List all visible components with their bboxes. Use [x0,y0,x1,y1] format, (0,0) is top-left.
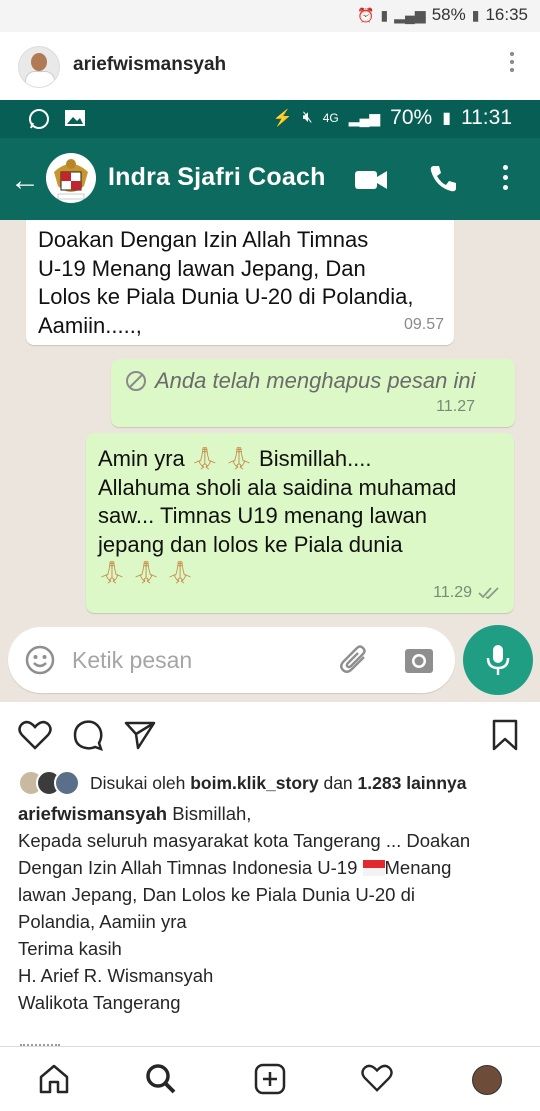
post-actions [0,703,540,767]
wa-network: 4G [322,111,339,125]
message-time-wrap: 11.29 [433,579,500,608]
message-outgoing[interactable]: Amin yra 🙏︎ 🙏︎ Bismillah.... Allahuma sh… [86,433,514,613]
wa-battery: 70% [390,106,433,129]
message-text-line: U-19 Menang lawan Jepang, Dan [38,255,366,281]
chat-more-options-icon[interactable] [503,165,508,195]
caption-line: Polandia, Aamiin yra [18,911,187,932]
post-caption: ariefwismansyah Bismillah, Kepada seluru… [18,800,528,1016]
battery-saver-icon: ⚡ [272,110,293,127]
caption-username[interactable]: ariefwismansyah [18,803,167,824]
message-time: 11.27 [436,397,475,415]
wa-signal-icon: ▂▄▆ [348,109,381,126]
home-icon[interactable] [38,1063,70,1095]
caption-line: Kepada seluruh masyarakat kota Tangerang… [18,830,471,851]
double-check-icon [478,587,499,599]
garuda-emblem-avatar[interactable] [46,150,96,206]
message-text-line: saw... Timnas U19 menang lawan [98,503,427,528]
message-text-line: Lolos ke Piala Dunia U-20 di Polandia, [38,284,414,309]
emoji-icon[interactable] [24,644,56,676]
chat-area: Doakan Dengan Izin Allah Timnas U-19 Men… [0,220,540,702]
post-author-username[interactable]: ariefwismansyah [73,54,226,76]
device-battery: 58% [431,5,466,24]
praying-hands-icon: 🙏︎ [224,446,253,471]
device-time: 16:35 [485,5,528,24]
likes-summary[interactable]: Disukai oleh boim.klik_story dan 1.283 l… [18,768,538,798]
caption-text: Menang [384,857,452,878]
message-time: 09.57 [403,315,444,333]
message-text-line: Doakan Dengan Izin Allah Timnas [38,227,369,252]
caption-line: Terima kasih [18,938,122,959]
post-author-avatar[interactable] [18,46,60,88]
comment-icon[interactable] [72,719,104,751]
message-incoming[interactable]: Doakan Dengan Izin Allah Timnas U-19 Men… [26,220,454,345]
message-time: 11.29 [433,583,472,601]
voice-record-button[interactable] [463,625,533,695]
message-text-line: Aamiin....., [38,312,142,338]
indonesia-flag-icon [362,860,385,876]
likes-middle: dan [323,772,353,793]
message-input-box[interactable]: Ketik pesan [8,627,455,693]
message-deleted[interactable]: Anda telah menghapus pesan ini 11.27 [111,359,515,427]
back-arrow-icon[interactable]: ← [10,164,40,198]
notification-icon: ▮ [380,6,389,23]
chat-header: ← Indra Sjafri Coach [0,138,540,220]
battery-icon: ▮ [471,6,480,23]
deleted-message-text: Anda telah menghapus pesan ini [155,368,476,393]
post-more-options-icon[interactable] [510,52,516,76]
whatsapp-icon [29,109,49,129]
bottom-navigation [0,1046,540,1111]
liker-avatar [54,770,80,796]
device-status-bar: ⏰ ▮ ▂▄▆ 58% ▮ 16:35 [0,0,540,32]
post-header: ariefwismansyah [0,32,540,101]
praying-hands-icon: 🙏︎ [166,560,195,585]
liker-username[interactable]: boim.klik_story [190,773,318,793]
likes-prefix: Disukai oleh [90,772,186,793]
wa-battery-icon: ▮ [442,110,451,127]
signal-icon: ▂▄▆ [394,6,426,23]
search-icon[interactable] [145,1063,177,1095]
message-text-line: Allahuma sholi ala saidina muhamad [98,474,457,500]
message-input-placeholder[interactable]: Ketik pesan [72,647,192,674]
post-image[interactable]: ⚡ 🔇︎ 4G ▂▄▆ 70% ▮ 11:31 ← Indra Sjafri C… [0,100,540,702]
message-text-line: jepang dan lolos ke Piala dunia [98,531,403,557]
praying-hands-icon: 🙏︎ [190,446,219,471]
wa-time: 11:31 [461,106,512,129]
caption-text: Bismillah, [172,803,252,824]
new-post-icon[interactable] [254,1063,286,1095]
likes-count[interactable]: 1.283 lainnya [358,773,467,793]
bookmark-icon[interactable] [492,719,518,751]
phone-call-icon[interactable] [428,163,458,193]
paperclip-icon[interactable] [338,643,372,677]
caption-line: H. Arief R. Wismansyah [18,965,214,986]
mute-icon: 🔇︎ [302,109,313,126]
caption-line: Walikota Tangerang [18,992,181,1013]
caption-text: Dengan Izin Allah Timnas Indonesia U-19 [18,857,358,878]
like-heart-icon[interactable] [18,719,52,751]
message-text-part: Bismillah.... [259,446,372,471]
deleted-icon [126,371,146,392]
wa-status-bar: ⚡ 🔇︎ 4G ▂▄▆ 70% ▮ 11:31 [0,100,540,138]
praying-hands-icon: 🙏︎ [98,560,126,585]
share-send-icon[interactable] [124,720,156,750]
camera-icon[interactable] [404,645,434,675]
microphone-icon [486,645,510,675]
alarm-icon: ⏰ [357,6,375,23]
praying-hands-icon: 🙏︎ [132,560,160,585]
activity-heart-icon[interactable] [361,1063,393,1093]
caption-line: lawan Jepang, Dan Lolos ke Piala Dunia U… [18,884,415,905]
gallery-icon [65,110,85,126]
video-call-icon[interactable] [355,169,387,191]
message-text-part: Amin yra [98,446,185,471]
likes-text: Disukai oleh boim.klik_story dan 1.283 l… [90,773,467,794]
contact-name[interactable]: Indra Sjafri Coach [108,163,326,192]
profile-avatar[interactable] [472,1065,502,1095]
